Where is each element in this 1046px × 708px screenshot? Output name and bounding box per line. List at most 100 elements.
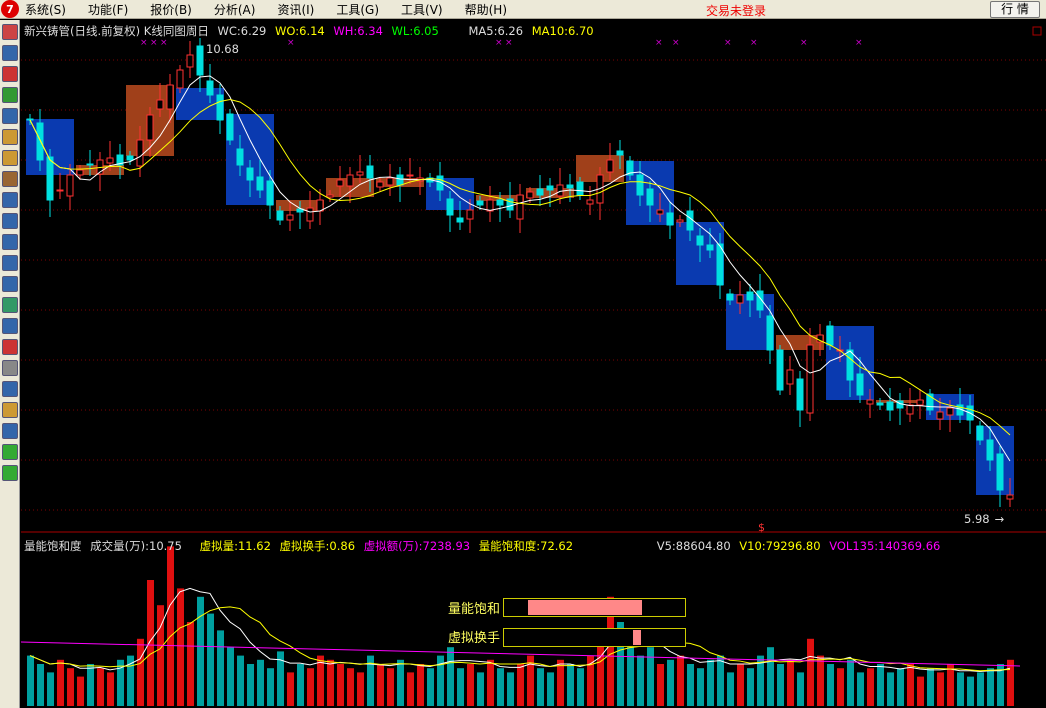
candle-body (496, 199, 504, 206)
candle-body (306, 207, 314, 222)
candle-body (136, 139, 144, 167)
ma5-line (29, 75, 1011, 462)
toolbar-icon[interactable] (2, 360, 18, 376)
toolbar-icon[interactable] (2, 381, 18, 397)
saturation-label: 量能饱和 (448, 602, 501, 617)
toolbar-icon[interactable] (2, 171, 18, 187)
toolbar-icon[interactable] (2, 108, 18, 124)
signal-marker: × (724, 38, 732, 48)
volume-bar (687, 664, 694, 706)
volume-bar (877, 664, 884, 706)
candle-body (1006, 494, 1014, 500)
menu-quote[interactable]: 报价(B) (150, 1, 192, 18)
virtual-turnover: 虚拟换手:0.86 (279, 539, 356, 553)
volume-bar (857, 672, 864, 706)
volume-bar (847, 659, 854, 706)
virtual-amount: 虚拟额(万):7238.93 (363, 539, 471, 553)
candle-body (486, 199, 494, 212)
menu-function[interactable]: 功能(F) (88, 1, 128, 18)
volume-bar (907, 664, 914, 706)
toolbar-icon[interactable] (2, 465, 18, 481)
toolbar-icon[interactable] (2, 150, 18, 166)
toolbar-icon[interactable] (2, 297, 18, 313)
menu-tools-g[interactable]: 工具(G) (336, 1, 379, 18)
candle-body (386, 177, 394, 186)
toolbar-icon[interactable] (2, 129, 18, 145)
candle-body (996, 453, 1004, 491)
toolbar-icon[interactable] (2, 87, 18, 103)
volume-bar (837, 668, 844, 706)
candle-body (736, 294, 744, 304)
candle-body (176, 69, 184, 89)
candle-body (536, 188, 544, 196)
menu-info[interactable]: 资讯(I) (277, 1, 314, 18)
volume-bar (447, 647, 454, 706)
candle-body (946, 407, 954, 416)
toolbar-icon[interactable] (2, 45, 18, 61)
volume-bar (737, 664, 744, 706)
candle-body (806, 344, 814, 414)
volume-bar (187, 622, 194, 706)
signal-marker: × (672, 38, 680, 48)
dividend-marker: $ (758, 521, 765, 534)
volume-bar (947, 664, 954, 706)
toolbar-icon[interactable] (2, 402, 18, 418)
menu-system[interactable]: 系统(S) (25, 1, 66, 18)
candle-body (856, 373, 864, 396)
candle-body (86, 163, 94, 166)
volume-bar (357, 672, 364, 706)
volume-bar (867, 668, 874, 706)
toolbar-icon[interactable] (2, 192, 18, 208)
trade-status[interactable]: 交易未登录 (706, 2, 766, 19)
toolbar-icon[interactable] (2, 234, 18, 250)
candle-body (66, 174, 74, 197)
v10-value: V10:79296.80 (739, 539, 821, 553)
volume-bar (787, 659, 794, 706)
volume-value: 成交量(万):10.75 (90, 539, 182, 553)
volume-bar (37, 664, 44, 706)
candle-body (976, 425, 984, 441)
turnover-label: 虚拟换手 (448, 631, 501, 646)
candle-body (656, 209, 664, 215)
menu-tools-v[interactable]: 工具(V) (401, 1, 443, 18)
candle-body (796, 378, 804, 411)
toolbar-icon[interactable] (2, 423, 18, 439)
candle-body (826, 325, 834, 346)
wo-value: WO:6.14 (275, 24, 325, 38)
volume-bar (237, 655, 244, 706)
candle-body (326, 194, 334, 198)
volume-bar (467, 664, 474, 706)
volume-bar (287, 672, 294, 706)
candle-body (766, 315, 774, 351)
candle-body (696, 235, 704, 246)
candle-body (936, 411, 944, 420)
candle-body (256, 176, 264, 191)
toolbar-icon[interactable] (2, 318, 18, 334)
candle-body (266, 180, 274, 206)
toolbar-icon[interactable] (2, 255, 18, 271)
toolbar-icon[interactable] (2, 276, 18, 292)
signal-marker: × (855, 38, 863, 48)
volume-bar (667, 659, 674, 706)
quote-button[interactable]: 行 情 (990, 1, 1040, 18)
menu-analysis[interactable]: 分析(A) (214, 1, 256, 18)
toolbar-icon[interactable] (2, 66, 18, 82)
main-info-line: 新兴铸管(日线.前复权) K线同图周日 WC:6.29 WO:6.14 WH:6… (24, 23, 599, 39)
toolbar-icon[interactable] (2, 339, 18, 355)
volume-bar (507, 672, 514, 706)
candle-body (876, 402, 884, 406)
toolbar-icon[interactable] (2, 213, 18, 229)
menu-help[interactable]: 帮助(H) (465, 1, 507, 18)
toolbar-icon[interactable] (2, 24, 18, 40)
toolbar-icon[interactable] (2, 444, 18, 460)
panel-restore-icon (1032, 26, 1042, 36)
wl-value: WL:6.05 (391, 24, 439, 38)
volume-bar (257, 659, 264, 706)
volume-bar (47, 672, 54, 706)
volume-bar (797, 672, 804, 706)
ma10-value: MA10:6.70 (531, 24, 594, 38)
candle-body (866, 399, 874, 405)
volume-bar (27, 655, 34, 706)
volume-bar (457, 668, 464, 706)
candle-body (916, 399, 924, 406)
